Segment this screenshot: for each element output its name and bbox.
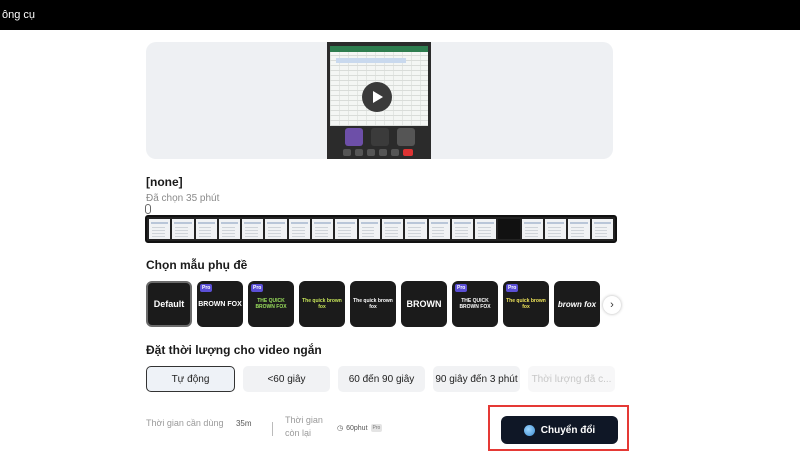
duration-option-label: Thời lượng đã c... (531, 373, 612, 385)
caption-style-card[interactable]: The quick brown fox (350, 281, 396, 327)
caption-style-label: Default (153, 299, 185, 309)
duration-option-label: 90 giây đến 3 phút (435, 373, 518, 385)
duration-option-label: Tự động (171, 373, 210, 385)
pro-badge: Pro (251, 284, 264, 292)
duration-option-60-90[interactable]: 60 đến 90 giây (338, 366, 425, 392)
timeline-frame (312, 219, 334, 239)
timeline-frame (195, 219, 217, 239)
caption-style-label: brown fox (557, 299, 597, 309)
pro-badge: Pro (455, 284, 468, 292)
timeline-frame (451, 219, 474, 239)
duration-option-label: <60 giây (267, 373, 306, 385)
duration-option-custom[interactable]: Thời lượng đã c... (528, 366, 615, 392)
video-preview-panel (146, 42, 613, 159)
timeline-frame (498, 219, 520, 239)
timeline-frame (381, 219, 404, 239)
pro-badge: Pro (506, 284, 519, 292)
selected-duration-info: Đã chọn 35 phút (146, 193, 220, 204)
timeline-frame (288, 219, 311, 239)
time-left-value: 60phut (346, 424, 368, 432)
convert-button-label: Chuyển đổi (540, 424, 596, 436)
timeline-frame (335, 219, 357, 239)
caption-style-label: THE QUICK BROWN FOX (459, 298, 491, 310)
top-bar: ông cụ (0, 0, 800, 30)
chevron-right-icon[interactable]: › (603, 296, 621, 314)
time-needed-value: 35m (235, 419, 252, 428)
caption-style-card[interactable]: Pro BROWN FOX (197, 281, 243, 327)
timeline-frame (545, 219, 567, 239)
timeline-frame (521, 219, 544, 239)
timeline-frame (475, 219, 497, 239)
top-bar-title: ông cụ (2, 9, 36, 21)
timeline-frame (428, 219, 450, 239)
timeline-frame (405, 219, 427, 239)
timeline-strip[interactable] (145, 215, 617, 243)
thumbnail-participants (345, 128, 415, 146)
timeline-frame (265, 219, 287, 239)
timeline-frame (242, 219, 264, 239)
clock-icon: ◷ (337, 425, 344, 432)
footer-divider (272, 422, 273, 436)
duration-section-heading: Đặt thời lượng cho video ngắn (146, 343, 322, 357)
duration-option-90-3min[interactable]: 90 giây đến 3 phút (433, 366, 520, 392)
caption-style-label: The quick brown fox (353, 298, 393, 310)
play-icon[interactable] (362, 82, 392, 112)
caption-section-heading: Chọn mẫu phụ đề (146, 258, 248, 272)
timeline-frame (218, 219, 241, 239)
caption-style-label: The quick brown fox (506, 298, 546, 310)
pro-badge: Pro (370, 424, 383, 432)
duration-option-label: 60 đến 90 giây (348, 373, 415, 385)
timeline-frame (591, 219, 613, 239)
time-left-info: ◷ 60phut Pro (337, 424, 383, 432)
pro-badge: Pro (200, 284, 213, 292)
caption-style-card[interactable]: Pro The quick brown fox (503, 281, 549, 327)
caption-style-card[interactable]: BROWN (401, 281, 447, 327)
timeline-frame (149, 219, 171, 239)
time-left-label: Thời gian còn lại (285, 415, 323, 438)
caption-style-label: THE QUICK BROWN FOX (255, 298, 287, 310)
time-needed-label: Thời gian cần dùng (146, 418, 224, 428)
convert-icon (523, 424, 535, 436)
caption-style-default[interactable]: Default (146, 281, 192, 327)
caption-style-label: BROWN FOX (198, 300, 242, 308)
caption-style-card[interactable]: brown fox (554, 281, 600, 327)
duration-option-under-60[interactable]: <60 giây (243, 366, 330, 392)
caption-style-card[interactable]: Pro THE QUICK BROWN FOX (248, 281, 294, 327)
timeline-frame (568, 219, 590, 239)
timeline-frame (172, 219, 194, 239)
video-thumbnail[interactable] (327, 42, 431, 159)
footer-time-info: Thời gian cần dùng 35m (146, 418, 252, 428)
caption-style-card[interactable]: The quick brown fox (299, 281, 345, 327)
caption-style-label: The quick brown fox (302, 298, 342, 310)
video-title: [none] (146, 175, 183, 189)
timeline-handle[interactable] (145, 204, 151, 214)
caption-style-label: BROWN (406, 299, 442, 309)
timeline-frame (358, 219, 380, 239)
duration-option-auto[interactable]: Tự động (146, 366, 235, 392)
duration-options: Tự động <60 giây 60 đến 90 giây 90 giây … (146, 366, 615, 392)
convert-button[interactable]: Chuyển đổi (501, 416, 618, 444)
thumbnail-toolbar (343, 149, 413, 157)
caption-style-card[interactable]: Pro THE QUICK BROWN FOX (452, 281, 498, 327)
caption-style-list: Default Pro BROWN FOX Pro THE QUICK BROW… (146, 281, 600, 327)
